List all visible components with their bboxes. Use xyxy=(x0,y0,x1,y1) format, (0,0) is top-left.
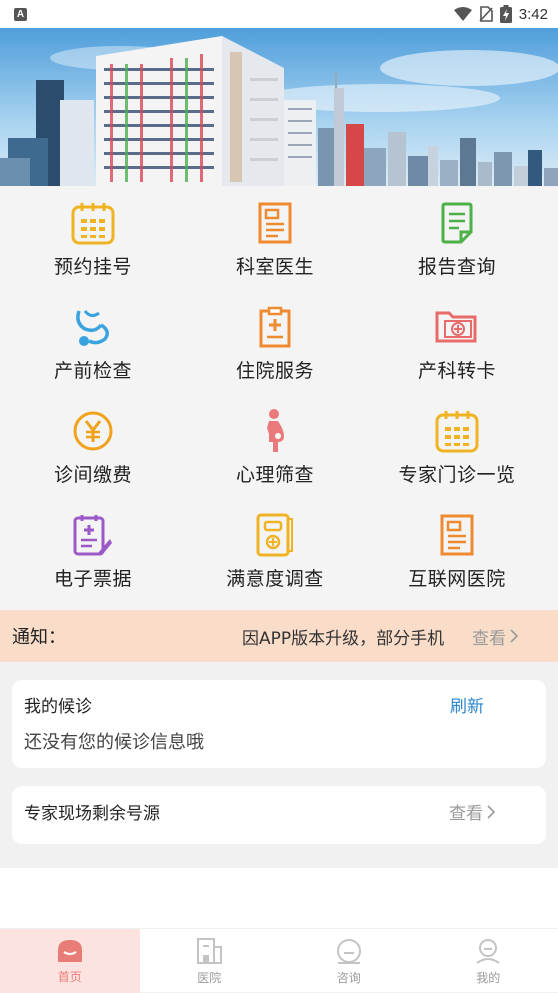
grid-item-label: 诊间缴费 xyxy=(54,460,132,487)
notification-icon: A xyxy=(14,8,27,21)
notice-view-button[interactable]: 查看 xyxy=(472,624,519,649)
grid-item-satisfaction-survey[interactable]: 满意度调查 xyxy=(182,498,368,602)
status-bar: A 3:42 xyxy=(0,0,558,28)
grid-item-label: 预约挂号 xyxy=(54,252,132,279)
queue-empty-text: 还没有您的候诊信息哦 xyxy=(24,728,204,754)
grid-item-label: 产前检查 xyxy=(54,356,132,383)
feature-grid: 预约挂号 科室医生 报告查询 产前检查 住院服务 产科转卡 xyxy=(0,186,558,610)
tab-hospital[interactable]: 医院 xyxy=(140,929,280,993)
grid-item-expert-clinic-list[interactable]: 专家门诊一览 xyxy=(364,394,550,498)
expert-slots-view-label: 查看 xyxy=(449,799,483,824)
grid-item-label: 专家门诊一览 xyxy=(398,460,515,487)
hospital-banner[interactable] xyxy=(0,28,558,186)
grid-item-inpatient-service[interactable]: 住院服务 xyxy=(182,290,368,394)
content-spacer xyxy=(0,868,558,928)
wifi-icon xyxy=(454,7,472,21)
grid-item-label: 心理筛查 xyxy=(236,460,314,487)
hospital-icon xyxy=(195,937,223,965)
hospital-banner-image xyxy=(0,28,558,186)
grid-item-e-receipt[interactable]: 电子票据 xyxy=(0,498,186,602)
bottom-tab-bar: 首页 医院 咨询 我的 xyxy=(0,928,558,992)
grid-item-obstetric-transfer[interactable]: 产科转卡 xyxy=(364,290,550,394)
home-icon xyxy=(55,938,85,964)
grid-item-label: 电子票据 xyxy=(54,564,132,591)
stethoscope-icon xyxy=(68,302,118,352)
refresh-button[interactable]: 刷新 xyxy=(450,692,484,717)
expert-slots-card[interactable]: 专家现场剩余号源 查看 xyxy=(12,786,546,844)
notice-view-label: 查看 xyxy=(472,624,506,649)
my-queue-card: 我的候诊 刷新 还没有您的候诊信息哦 xyxy=(12,680,546,768)
yen-coin-icon xyxy=(68,406,118,456)
consult-icon xyxy=(334,937,364,965)
grid-item-psychological-screening[interactable]: 心理筛查 xyxy=(182,394,368,498)
grid-item-label: 住院服务 xyxy=(236,356,314,383)
tab-label: 首页 xyxy=(58,968,82,985)
grid-item-label: 科室医生 xyxy=(236,252,314,279)
notice-title: 通知： xyxy=(12,623,182,649)
internet-hospital-icon xyxy=(432,510,482,560)
battery-icon xyxy=(500,5,512,23)
tab-label: 我的 xyxy=(476,969,500,986)
calendar-icon xyxy=(68,198,118,248)
profile-icon xyxy=(473,937,503,965)
grid-item-label: 报告查询 xyxy=(418,252,496,279)
survey-book-icon xyxy=(250,510,300,560)
chevron-right-icon xyxy=(487,805,496,819)
report-icon xyxy=(432,198,482,248)
no-sim-icon xyxy=(479,6,493,22)
grid-item-report-query[interactable]: 报告查询 xyxy=(364,186,550,290)
chevron-right-icon xyxy=(510,629,519,643)
grid-item-appointment[interactable]: 预约挂号 xyxy=(0,186,186,290)
doctor-card-icon xyxy=(250,198,300,248)
grid-item-department-doctors[interactable]: 科室医生 xyxy=(182,186,368,290)
schedule-icon xyxy=(432,406,482,456)
grid-item-label: 满意度调查 xyxy=(226,564,324,591)
expert-slots-view-button[interactable]: 查看 xyxy=(449,799,496,824)
notice-marquee-text: 因APP版本升级，部分手机 xyxy=(242,624,450,649)
medical-folder-icon xyxy=(432,302,482,352)
status-time: 3:42 xyxy=(519,6,548,23)
clipboard-plus-icon xyxy=(250,302,300,352)
tab-label: 咨询 xyxy=(337,969,361,986)
e-receipt-icon xyxy=(68,510,118,560)
grid-item-internet-hospital[interactable]: 互联网医院 xyxy=(364,498,550,602)
grid-item-clinic-payment[interactable]: 诊间缴费 xyxy=(0,394,186,498)
tab-profile[interactable]: 我的 xyxy=(419,929,558,993)
tab-label: 医院 xyxy=(197,969,221,986)
grid-item-label: 互联网医院 xyxy=(408,564,506,591)
grid-item-label: 产科转卡 xyxy=(418,356,496,383)
tab-home[interactable]: 首页 xyxy=(0,929,140,993)
tab-consult[interactable]: 咨询 xyxy=(279,929,419,993)
my-queue-title: 我的候诊 xyxy=(24,692,92,717)
pregnant-woman-icon xyxy=(250,406,300,456)
expert-slots-title: 专家现场剩余号源 xyxy=(24,799,160,824)
notice-bar[interactable]: 通知： 因APP版本升级，部分手机 查看 xyxy=(0,610,558,662)
grid-item-prenatal-check[interactable]: 产前检查 xyxy=(0,290,186,394)
